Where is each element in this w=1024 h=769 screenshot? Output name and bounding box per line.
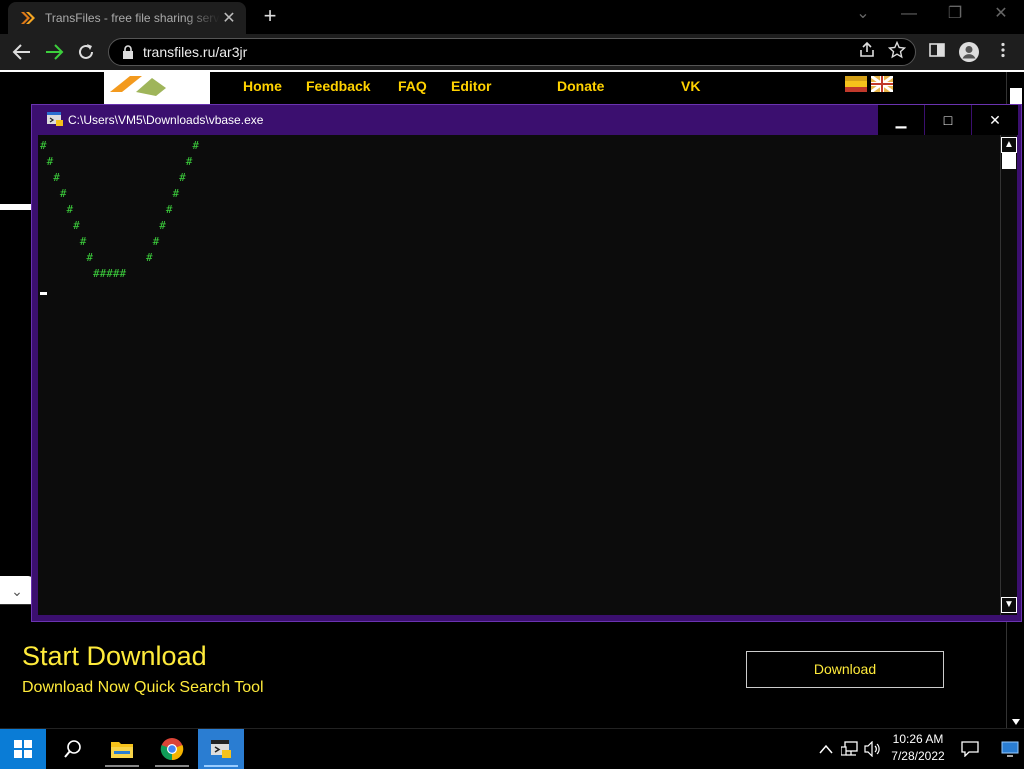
bookmark-star-icon[interactable] bbox=[886, 40, 908, 63]
search-icon bbox=[64, 740, 81, 758]
browser-tab[interactable]: TransFiles - free file sharing service ✕ bbox=[8, 2, 246, 34]
running-indicator bbox=[105, 765, 139, 767]
profile-avatar-icon[interactable] bbox=[958, 41, 980, 63]
console-app-icon bbox=[211, 740, 231, 758]
forward-button[interactable] bbox=[42, 40, 66, 64]
chrome-icon bbox=[160, 738, 184, 761]
console-app-icon bbox=[47, 112, 63, 126]
transfiles-logo-icon bbox=[110, 76, 166, 96]
console-minimize-button[interactable]: ▁ bbox=[878, 105, 924, 135]
console-scroll-thumb[interactable] bbox=[1002, 153, 1016, 169]
site-logo[interactable] bbox=[104, 72, 210, 106]
page-scrollbar-thumb[interactable] bbox=[1010, 88, 1022, 104]
lock-icon bbox=[123, 45, 133, 59]
share-icon[interactable] bbox=[856, 41, 878, 63]
side-panel-icon[interactable] bbox=[926, 41, 948, 63]
ad-download-button[interactable]: Download bbox=[746, 651, 944, 688]
russian-flag-icon[interactable] bbox=[845, 76, 867, 92]
nav-vk-link[interactable]: VK bbox=[681, 78, 700, 94]
transfiles-favicon-icon bbox=[21, 12, 35, 24]
console-scrollbar[interactable]: ▲ ▼ bbox=[1000, 135, 1017, 615]
taskbar: 10:26 AM 7/28/2022 bbox=[0, 728, 1024, 769]
console-title: C:\Users\VM5\Downloads\vbase.exe bbox=[68, 113, 264, 127]
taskbar-search-button[interactable] bbox=[50, 729, 96, 769]
browser-toolbar: transfiles.ru/ar3jr bbox=[0, 34, 1024, 70]
folder-icon bbox=[111, 742, 133, 758]
console-output-area[interactable]: # # # # # # # # # # # # # # # # ##### bbox=[38, 135, 1000, 615]
taskbar-clock[interactable]: 10:26 AM 7/28/2022 bbox=[880, 731, 956, 767]
notifications-button[interactable] bbox=[956, 729, 984, 769]
console-cursor bbox=[40, 292, 47, 295]
console-maximize-button[interactable]: □ bbox=[925, 105, 971, 135]
forward-arrow-icon bbox=[46, 44, 64, 60]
taskbar-chrome[interactable] bbox=[149, 729, 195, 769]
console-close-button[interactable]: ✕ bbox=[972, 105, 1018, 135]
reload-icon bbox=[79, 44, 93, 59]
console-output-text: # # # # # # # # # # # # # # # # ##### bbox=[40, 139, 199, 280]
tab-strip: TransFiles - free file sharing service ✕… bbox=[0, 0, 1024, 34]
console-scroll-down-button[interactable]: ▼ bbox=[1001, 597, 1017, 613]
clock-date: 7/28/2022 bbox=[891, 749, 945, 763]
ad-banner[interactable]: Start Download Download Now Quick Search… bbox=[0, 604, 1005, 730]
tab-title: TransFiles - free file sharing service bbox=[45, 11, 220, 25]
window-minimize-button[interactable]: — bbox=[886, 0, 932, 30]
ad-subtitle: Download Now Quick Search Tool bbox=[22, 679, 264, 696]
nav-donate-link[interactable]: Donate bbox=[557, 78, 604, 94]
ad-collapse-toggle[interactable]: ⌄ bbox=[0, 576, 34, 606]
taskbar-file-explorer[interactable] bbox=[99, 729, 145, 769]
new-tab-button[interactable]: + bbox=[258, 5, 282, 28]
show-hidden-icons-button[interactable] bbox=[814, 729, 838, 769]
tab-close-icon[interactable]: ✕ bbox=[220, 8, 238, 28]
console-title-bar[interactable]: C:\Users\VM5\Downloads\vbase.exe ▁ □ ✕ bbox=[32, 105, 1021, 135]
console-window: C:\Users\VM5\Downloads\vbase.exe ▁ □ ✕ #… bbox=[31, 104, 1022, 622]
running-indicator bbox=[155, 765, 189, 767]
clock-time: 10:26 AM bbox=[892, 732, 944, 746]
notification-icon bbox=[961, 741, 979, 757]
window-restore-button[interactable]: ❐ bbox=[932, 0, 978, 30]
active-indicator bbox=[204, 765, 238, 767]
start-button[interactable] bbox=[0, 729, 46, 769]
address-bar[interactable]: transfiles.ru/ar3jr bbox=[108, 38, 916, 66]
console-scroll-up-button[interactable]: ▲ bbox=[1001, 137, 1017, 153]
back-button[interactable] bbox=[10, 40, 34, 64]
back-arrow-icon bbox=[12, 44, 30, 60]
ad-title: Start Download bbox=[22, 641, 207, 671]
reload-button[interactable] bbox=[74, 40, 98, 64]
nav-faq-link[interactable]: FAQ bbox=[398, 78, 427, 94]
network-icon bbox=[841, 741, 858, 756]
uk-flag-icon[interactable] bbox=[871, 76, 893, 92]
chevron-up-icon bbox=[819, 744, 833, 754]
nav-home-link[interactable]: Home bbox=[243, 78, 282, 94]
network-tray-button[interactable] bbox=[838, 729, 862, 769]
tab-search-icon[interactable]: ⌄ bbox=[840, 0, 886, 30]
desktop-icon bbox=[1001, 741, 1019, 757]
page-edge-bar bbox=[0, 204, 32, 210]
window-close-button[interactable]: ✕ bbox=[978, 0, 1024, 30]
browser-menu-icon[interactable] bbox=[992, 41, 1014, 63]
url-text: transfiles.ru/ar3jr bbox=[143, 44, 248, 60]
windows-logo-icon bbox=[14, 740, 32, 758]
nav-feedback-link[interactable]: Feedback bbox=[306, 78, 371, 94]
show-desktop-button[interactable] bbox=[996, 729, 1024, 769]
nav-editor-link[interactable]: Editor bbox=[451, 78, 491, 94]
page-scroll-down-icon[interactable] bbox=[1011, 718, 1021, 726]
taskbar-console-app[interactable] bbox=[198, 729, 244, 769]
